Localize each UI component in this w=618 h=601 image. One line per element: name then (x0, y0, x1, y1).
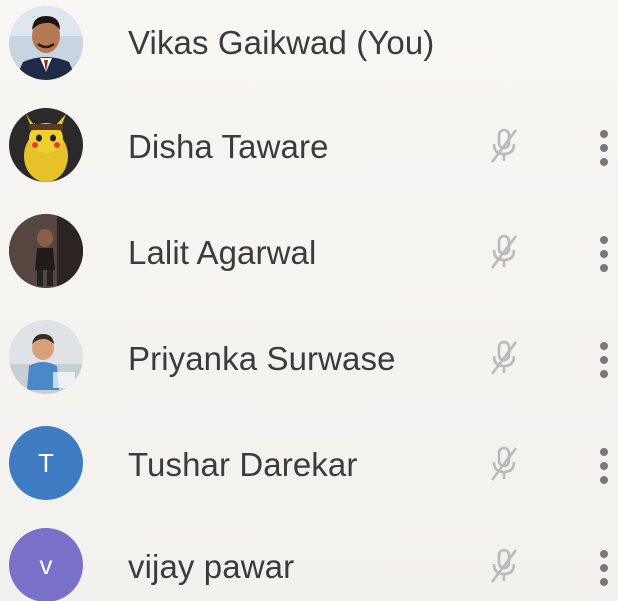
avatar (9, 108, 83, 182)
more-options-icon[interactable] (596, 446, 612, 486)
participant-name: Disha Taware (128, 128, 329, 165)
more-options-icon[interactable] (596, 128, 612, 168)
mic-off-icon (486, 232, 522, 272)
participant-row[interactable]: Vikas Gaikwad (You) (0, 0, 618, 90)
participant-name: Priyanka Surwase (128, 340, 396, 377)
more-options-icon[interactable] (596, 548, 612, 588)
mic-off-icon (486, 444, 522, 484)
avatar: T (9, 426, 83, 500)
avatar: v (9, 528, 83, 601)
avatar (9, 320, 83, 394)
participant-name: Tushar Darekar (128, 446, 358, 483)
avatar (9, 214, 83, 288)
participant-row[interactable]: v vijay pawar (0, 524, 618, 601)
participants-panel: Vikas Gaikwad (You) Disha Taware Lalit A… (0, 0, 618, 601)
participant-row[interactable]: T Tushar Darekar (0, 420, 618, 510)
participant-row[interactable]: Priyanka Surwase (0, 314, 618, 404)
mic-off-icon (486, 338, 522, 378)
more-options-icon[interactable] (596, 340, 612, 380)
more-options-icon[interactable] (596, 234, 612, 274)
participant-name: vijay pawar (128, 548, 295, 585)
participant-row[interactable]: Lalit Agarwal (0, 208, 618, 298)
mic-off-icon (486, 546, 522, 586)
participant-name: Lalit Agarwal (128, 234, 317, 271)
mic-off-icon (486, 126, 522, 166)
avatar (9, 6, 83, 80)
participant-row[interactable]: Disha Taware (0, 102, 618, 192)
participant-name: Vikas Gaikwad (You) (128, 24, 435, 61)
